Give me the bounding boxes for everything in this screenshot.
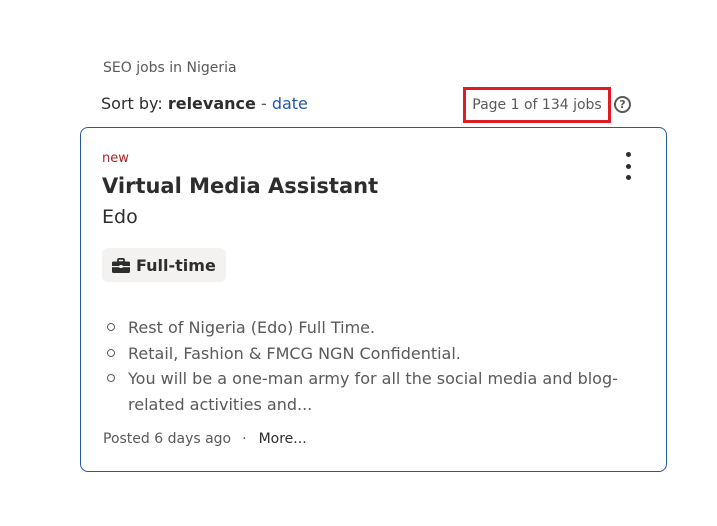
bullet-icon xyxy=(107,323,115,331)
sort-separator: - xyxy=(255,94,272,113)
job-title[interactable]: Virtual Media Assistant xyxy=(102,174,378,198)
new-badge: new xyxy=(102,151,129,166)
page-count: Page 1 of 134 jobs xyxy=(463,87,611,123)
more-options-icon[interactable] xyxy=(619,152,637,180)
snippet-text: Retail, Fashion & FMCG NGN Confidential. xyxy=(128,343,461,363)
sort-relevance: relevance xyxy=(167,94,256,113)
bullet-icon xyxy=(107,348,115,357)
sort-control: Sort by: relevance - date xyxy=(101,94,308,113)
kebab-dot xyxy=(625,152,631,157)
page-count-text: Page 1 of 134 jobs xyxy=(472,97,602,113)
search-results-title: SEO jobs in Nigeria xyxy=(103,60,237,76)
job-footer: Posted 6 days ago · More... xyxy=(103,431,307,447)
kebab-dot xyxy=(625,175,631,180)
job-snippet: Rest of Nigeria (Edo) Full Time. Retail,… xyxy=(107,315,627,417)
snippet-text: You will be a one-man army for all the s… xyxy=(128,369,618,414)
briefcase-icon xyxy=(112,257,130,273)
job-card[interactable]: new Virtual Media Assistant Edo Full-tim… xyxy=(80,127,667,472)
job-type-label: Full-time xyxy=(136,255,216,275)
job-location: Edo xyxy=(102,206,138,228)
snippet-item: Retail, Fashion & FMCG NGN Confidential. xyxy=(107,341,627,367)
kebab-dot xyxy=(625,163,631,169)
posted-date: Posted 6 days ago xyxy=(103,431,232,447)
snippet-item: You will be a one-man army for all the s… xyxy=(107,366,627,417)
footer-separator: · xyxy=(242,431,247,447)
job-type-tag: Full-time xyxy=(102,248,226,282)
snippet-item: Rest of Nigeria (Edo) Full Time. xyxy=(107,315,627,341)
sort-prefix: Sort by: xyxy=(101,94,168,113)
sort-by-date-link[interactable]: date xyxy=(272,94,308,113)
snippet-text: Rest of Nigeria (Edo) Full Time. xyxy=(128,318,376,337)
more-link[interactable]: More... xyxy=(259,431,307,447)
help-icon[interactable]: ? xyxy=(614,96,631,113)
bullet-icon xyxy=(107,374,115,382)
